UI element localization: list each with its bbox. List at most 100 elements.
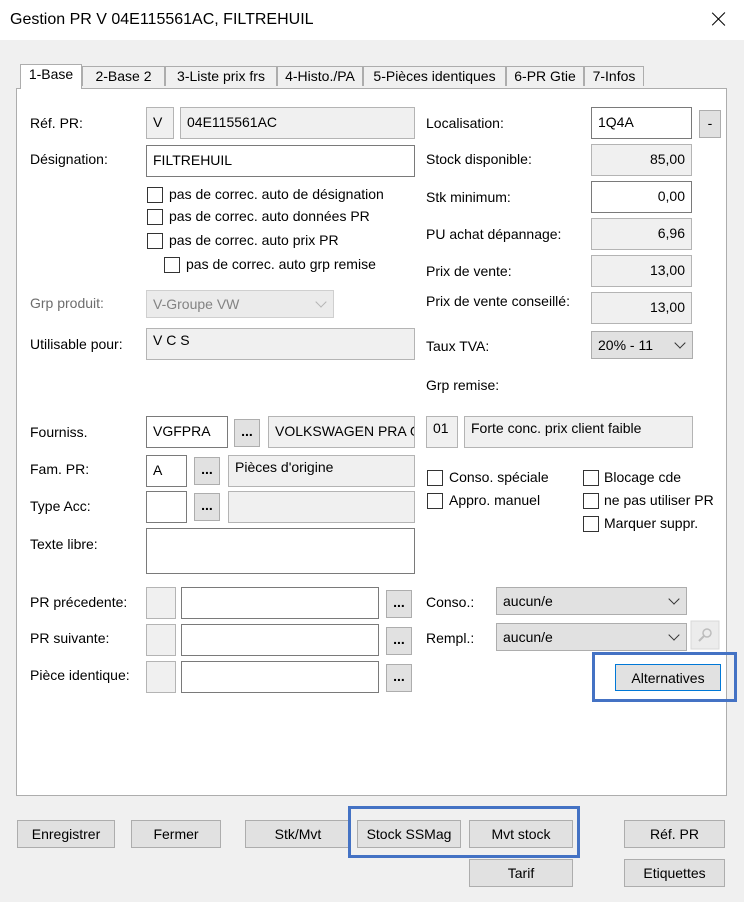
tab-histo-pa[interactable]: 4-Histo./PA <box>277 66 363 86</box>
taux-tva-value: 20% - 11 <box>598 337 653 353</box>
localisation-label: Localisation: <box>426 115 504 131</box>
fourniss-label: Fourniss. <box>30 424 88 440</box>
marquer-suppr-checkbox[interactable] <box>583 516 599 532</box>
chevron-down-icon <box>668 629 680 641</box>
pr-suivante-field[interactable] <box>181 624 379 656</box>
tab-liste-prix-frs[interactable]: 3-Liste prix frs <box>165 66 277 86</box>
type-acc-name-field <box>228 491 415 523</box>
localisation-remove-button[interactable]: - <box>699 110 721 138</box>
conso-speciale-checkbox[interactable] <box>427 470 443 486</box>
stock-disponible-label: Stock disponible: <box>426 151 532 167</box>
pr-precedente-label: PR précedente: <box>30 594 128 610</box>
pr-suivante-label: PR suivante: <box>30 630 110 646</box>
conso-value: aucun/e <box>503 593 553 609</box>
utilisable-pour-label: Utilisable pour: <box>30 336 123 352</box>
rempl-select[interactable]: aucun/e <box>496 623 687 651</box>
ne-pas-utiliser-pr-label: ne pas utiliser PR <box>604 492 714 508</box>
grp-remise-label: Grp remise: <box>426 377 500 393</box>
tab-pieces-identiques[interactable]: 5-Pièces identiques <box>363 66 506 86</box>
grp-produit-select: V-Groupe VW <box>146 290 334 318</box>
conso-select[interactable]: aucun/e <box>496 587 687 615</box>
no-auto-grp-remise-label: pas de correc. auto grp remise <box>186 256 376 272</box>
piece-identique-prefix-field <box>146 661 176 693</box>
alternatives-button[interactable]: Alternatives <box>615 664 721 691</box>
ref-pr-label: Réf. PR: <box>30 115 83 131</box>
prix-vente-conseille-field: 13,00 <box>591 292 692 324</box>
pr-precedente-browse-button[interactable]: ... <box>386 590 412 618</box>
utilisable-pour-field: V C S <box>146 328 415 360</box>
tab-base[interactable]: 1-Base <box>20 64 82 89</box>
fermer-button[interactable]: Fermer <box>131 820 221 848</box>
grp-produit-label: Grp produit: <box>30 295 104 311</box>
fourniss-code-field[interactable]: VGFPRA <box>146 416 228 448</box>
fam-pr-label: Fam. PR: <box>30 461 90 477</box>
chevron-down-icon <box>674 337 686 349</box>
fourniss-browse-button[interactable]: ... <box>234 419 260 447</box>
ne-pas-utiliser-pr-checkbox[interactable] <box>583 493 599 509</box>
ref-pr-field: 04E115561AC <box>180 107 415 139</box>
ref-pr-prefix-field: V <box>146 107 174 139</box>
piece-identique-browse-button[interactable]: ... <box>386 664 412 692</box>
taux-tva-label: Taux TVA: <box>426 338 490 354</box>
prix-vente-field: 13,00 <box>591 255 692 287</box>
rempl-label: Rempl.: <box>426 630 475 646</box>
marquer-suppr-label: Marquer suppr. <box>604 515 699 531</box>
chevron-down-icon <box>668 593 680 605</box>
designation-label: Désignation: <box>30 151 108 167</box>
stk-mvt-button[interactable]: Stk/Mvt <box>245 820 351 848</box>
piece-identique-field[interactable] <box>181 661 379 693</box>
blocage-cde-label: Blocage cde <box>604 469 682 485</box>
type-acc-label: Type Acc: <box>30 498 91 514</box>
search-icon[interactable] <box>690 620 720 650</box>
pr-precedente-field[interactable] <box>181 587 379 619</box>
pr-suivante-prefix-field <box>146 624 176 656</box>
appro-manuel-checkbox[interactable] <box>427 493 443 509</box>
taux-tva-select[interactable]: 20% - 11 <box>591 331 693 359</box>
etiquettes-button[interactable]: Etiquettes <box>624 859 725 887</box>
pr-suivante-browse-button[interactable]: ... <box>386 627 412 655</box>
fam-pr-browse-button[interactable]: ... <box>194 457 220 485</box>
fam-pr-name-field: Pièces d'origine <box>228 455 415 487</box>
type-acc-browse-button[interactable]: ... <box>194 493 220 521</box>
conso-speciale-label: Conso. spéciale <box>449 469 549 485</box>
blocage-cde-checkbox[interactable] <box>583 470 599 486</box>
no-auto-donnees-label: pas de correc. auto données PR <box>169 208 370 224</box>
tab-pr-gtie[interactable]: 6-PR Gtie <box>506 66 584 86</box>
stock-ssmag-button[interactable]: Stock SSMag <box>357 820 461 848</box>
type-acc-code-field[interactable] <box>146 491 187 523</box>
texte-libre-field[interactable] <box>146 528 415 574</box>
no-auto-grp-remise-checkbox[interactable] <box>164 257 180 273</box>
tab-base-2[interactable]: 2-Base 2 <box>82 66 165 86</box>
chevron-down-icon <box>315 296 327 308</box>
tab-infos[interactable]: 7-Infos <box>584 66 644 86</box>
piece-identique-label: Pièce identique: <box>30 667 130 683</box>
rempl-value: aucun/e <box>503 629 553 645</box>
conso-label: Conso.: <box>426 594 475 610</box>
grp-produit-value: V-Groupe VW <box>153 296 240 312</box>
tarif-button[interactable]: Tarif <box>469 859 573 887</box>
stock-disponible-field: 85,00 <box>591 144 692 176</box>
ref-pr-button[interactable]: Réf. PR <box>624 820 725 848</box>
localisation-field[interactable]: 1Q4A <box>591 107 692 139</box>
no-auto-prix-checkbox[interactable] <box>147 233 163 249</box>
mvt-stock-button[interactable]: Mvt stock <box>469 820 573 848</box>
enregistrer-button[interactable]: Enregistrer <box>17 820 115 848</box>
close-icon[interactable] <box>708 8 730 30</box>
no-auto-prix-label: pas de correc. auto prix PR <box>169 232 339 248</box>
pu-achat-label: PU achat dépannage: <box>426 226 562 242</box>
appro-manuel-label: Appro. manuel <box>449 492 541 508</box>
no-auto-designation-checkbox[interactable] <box>147 187 163 203</box>
designation-field[interactable]: FILTREHUIL <box>146 145 415 177</box>
no-auto-designation-label: pas de correc. auto de désignation <box>169 186 384 202</box>
texte-libre-label: Texte libre: <box>30 536 98 552</box>
prix-vente-conseille-label: Prix de vente conseillé: <box>426 293 570 309</box>
stk-minimum-field[interactable]: 0,00 <box>591 181 692 213</box>
stk-minimum-label: Stk minimum: <box>426 189 511 205</box>
no-auto-donnees-checkbox[interactable] <box>147 209 163 225</box>
pu-achat-field: 6,96 <box>591 218 692 250</box>
grp-remise-desc-field: Forte conc. prix client faible <box>464 416 693 448</box>
fam-pr-code-field[interactable]: A <box>146 455 187 487</box>
fourniss-name-field: VOLKSWAGEN PRA G <box>268 416 415 448</box>
grp-remise-code-field: 01 <box>426 416 458 448</box>
title-bar: Gestion PR V 04E115561AC, FILTREHUIL <box>0 0 744 40</box>
